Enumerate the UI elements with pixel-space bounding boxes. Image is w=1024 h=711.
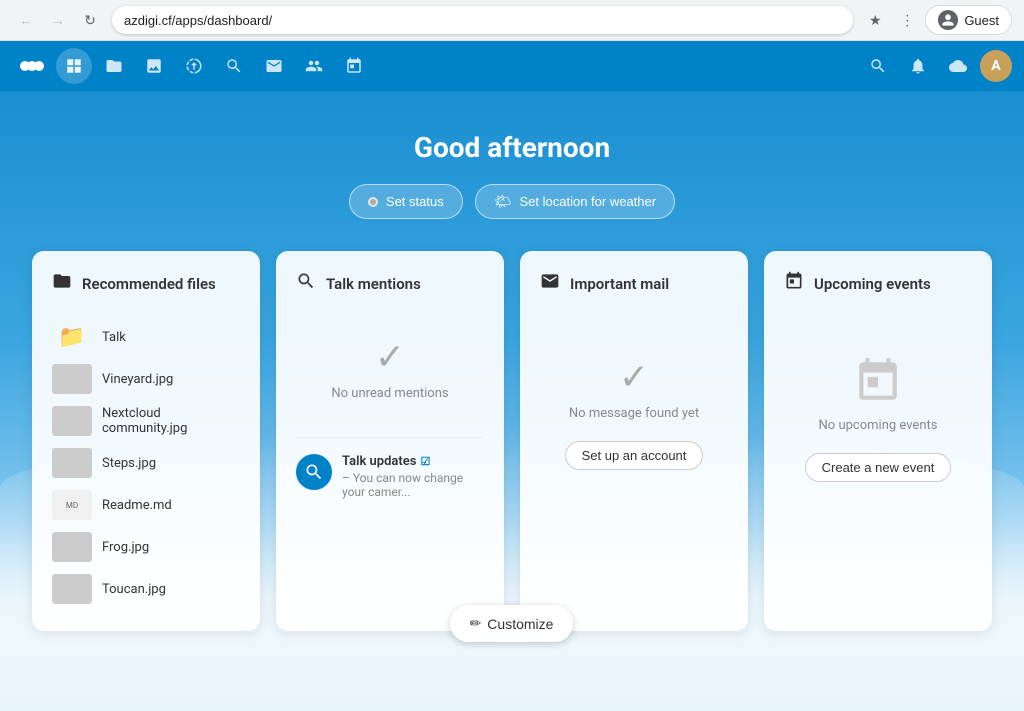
user-avatar[interactable]: A — [980, 50, 1012, 82]
status-dot — [368, 197, 378, 207]
mail-nav-icon[interactable] — [256, 48, 292, 84]
folder-icon — [52, 271, 72, 296]
reload-button[interactable]: ↻ — [76, 6, 104, 34]
bookmark-button[interactable]: ★ — [861, 6, 889, 34]
cards-grid: Recommended files 📁 Talk Vineyard.jpg Ne… — [32, 251, 992, 631]
file-name: Frog.jpg — [102, 540, 149, 555]
upcoming-events-header: Upcoming events — [784, 271, 972, 296]
list-item[interactable]: Vineyard.jpg — [52, 358, 240, 400]
talk-empty-state: ✓ No unread mentions — [296, 316, 484, 421]
recommended-files-header: Recommended files — [52, 271, 240, 296]
nc-navigation: A — [0, 41, 1024, 91]
greeting-text: Good afternoon — [20, 131, 1004, 164]
important-mail-title: Important mail — [570, 275, 669, 293]
photos-nav-icon[interactable] — [136, 48, 172, 84]
customize-icon: ✏ — [470, 615, 482, 632]
calendar-large-icon — [853, 356, 903, 410]
browser-actions: ★ ⋮ Guest — [861, 5, 1012, 35]
calendar-icon — [784, 271, 804, 296]
image-thumb — [52, 364, 92, 394]
events-empty-text: No upcoming events — [819, 418, 938, 433]
list-item[interactable]: Steps.jpg — [52, 442, 240, 484]
list-item[interactable]: MD Readme.md — [52, 484, 240, 526]
file-name: Nextcloud community.jpg — [102, 406, 240, 436]
mail-empty-text: No message found yet — [569, 406, 699, 421]
image-thumb — [52, 406, 92, 436]
image-thumb — [52, 574, 92, 604]
weather-icon: 🌤 — [494, 193, 512, 210]
talk-mentions-title: Talk mentions — [326, 275, 421, 293]
image-thumb — [52, 532, 92, 562]
list-item[interactable]: 📁 Talk — [52, 316, 240, 358]
mail-check-icon: ✓ — [619, 356, 649, 398]
talk-update-title: Talk updates ☑ — [342, 454, 484, 469]
talk-update-item[interactable]: Talk updates ☑ – You can now change your… — [296, 437, 484, 499]
talk-update-text: – You can now change your camer... — [342, 471, 484, 499]
events-empty-state: No upcoming events Create a new event — [784, 336, 972, 502]
set-status-button[interactable]: Set status — [349, 184, 463, 219]
contacts-nav-icon[interactable] — [296, 48, 332, 84]
nc-nav-left — [12, 46, 372, 86]
recommended-files-title: Recommended files — [82, 275, 216, 293]
notifications-icon[interactable] — [900, 48, 936, 84]
file-name: Readme.md — [102, 498, 172, 513]
weather-label: Set location for weather — [520, 194, 657, 209]
search-nav-icon[interactable] — [216, 48, 252, 84]
customize-button[interactable]: ✏ Customize — [450, 605, 574, 642]
status-label: Set status — [386, 194, 444, 209]
nav-buttons: ← → ↻ — [12, 6, 104, 34]
talk-empty-text: No unread mentions — [331, 386, 448, 401]
talk-update-content: Talk updates ☑ – You can now change your… — [342, 454, 484, 499]
cloud-icon[interactable] — [940, 48, 976, 84]
mail-icon — [540, 271, 560, 296]
guest-avatar — [938, 10, 958, 30]
list-item[interactable]: Toucan.jpg — [52, 568, 240, 610]
address-bar[interactable] — [112, 6, 853, 34]
important-mail-card: Important mail ✓ No message found yet Se… — [520, 251, 748, 631]
talk-mentions-header: Talk mentions — [296, 271, 484, 296]
browser-chrome: ← → ↻ ★ ⋮ Guest — [0, 0, 1024, 41]
file-name: Talk — [102, 330, 126, 345]
back-button[interactable]: ← — [12, 6, 40, 34]
image-thumb — [52, 448, 92, 478]
file-name: Vineyard.jpg — [102, 372, 173, 387]
list-item[interactable]: Nextcloud community.jpg — [52, 400, 240, 442]
dashboard-nav-icon[interactable] — [56, 48, 92, 84]
calendar-nav-icon[interactable] — [336, 48, 372, 84]
upcoming-events-title: Upcoming events — [814, 275, 931, 293]
files-nav-icon[interactable] — [96, 48, 132, 84]
set-weather-button[interactable]: 🌤 Set location for weather — [475, 184, 675, 219]
customize-bar: ✏ Customize — [450, 605, 574, 642]
mail-empty-state: ✓ No message found yet Set up an account — [540, 336, 728, 490]
status-buttons-area: Set status 🌤 Set location for weather — [20, 184, 1004, 219]
talk-update-avatar — [296, 454, 332, 490]
nc-logo[interactable] — [12, 46, 52, 86]
important-mail-header: Important mail — [540, 271, 728, 296]
file-list: 📁 Talk Vineyard.jpg Nextcloud community.… — [52, 316, 240, 610]
recommended-files-card: Recommended files 📁 Talk Vineyard.jpg Ne… — [32, 251, 260, 631]
talk-mentions-card: Talk mentions ✓ No unread mentions Talk … — [276, 251, 504, 631]
forward-button[interactable]: → — [44, 6, 72, 34]
folder-thumb: 📁 — [52, 322, 92, 352]
upcoming-events-card: Upcoming events No upcoming events Creat… — [764, 251, 992, 631]
verified-badge: ☑ — [420, 455, 430, 468]
talk-icon — [296, 271, 316, 296]
browser-toolbar: ← → ↻ ★ ⋮ Guest — [0, 0, 1024, 40]
customize-label: Customize — [488, 616, 554, 632]
guest-button[interactable]: Guest — [925, 5, 1012, 35]
file-name: Toucan.jpg — [102, 582, 166, 597]
doc-thumb: MD — [52, 490, 92, 520]
more-button[interactable]: ⋮ — [893, 6, 921, 34]
setup-account-button[interactable]: Set up an account — [565, 441, 704, 470]
list-item[interactable]: Frog.jpg — [52, 526, 240, 568]
search-right-icon[interactable] — [860, 48, 896, 84]
create-event-button[interactable]: Create a new event — [805, 453, 952, 482]
nc-nav-right: A — [860, 48, 1012, 84]
file-name: Steps.jpg — [102, 456, 156, 471]
activity-nav-icon[interactable] — [176, 48, 212, 84]
check-icon: ✓ — [375, 336, 405, 378]
guest-label: Guest — [964, 13, 999, 28]
